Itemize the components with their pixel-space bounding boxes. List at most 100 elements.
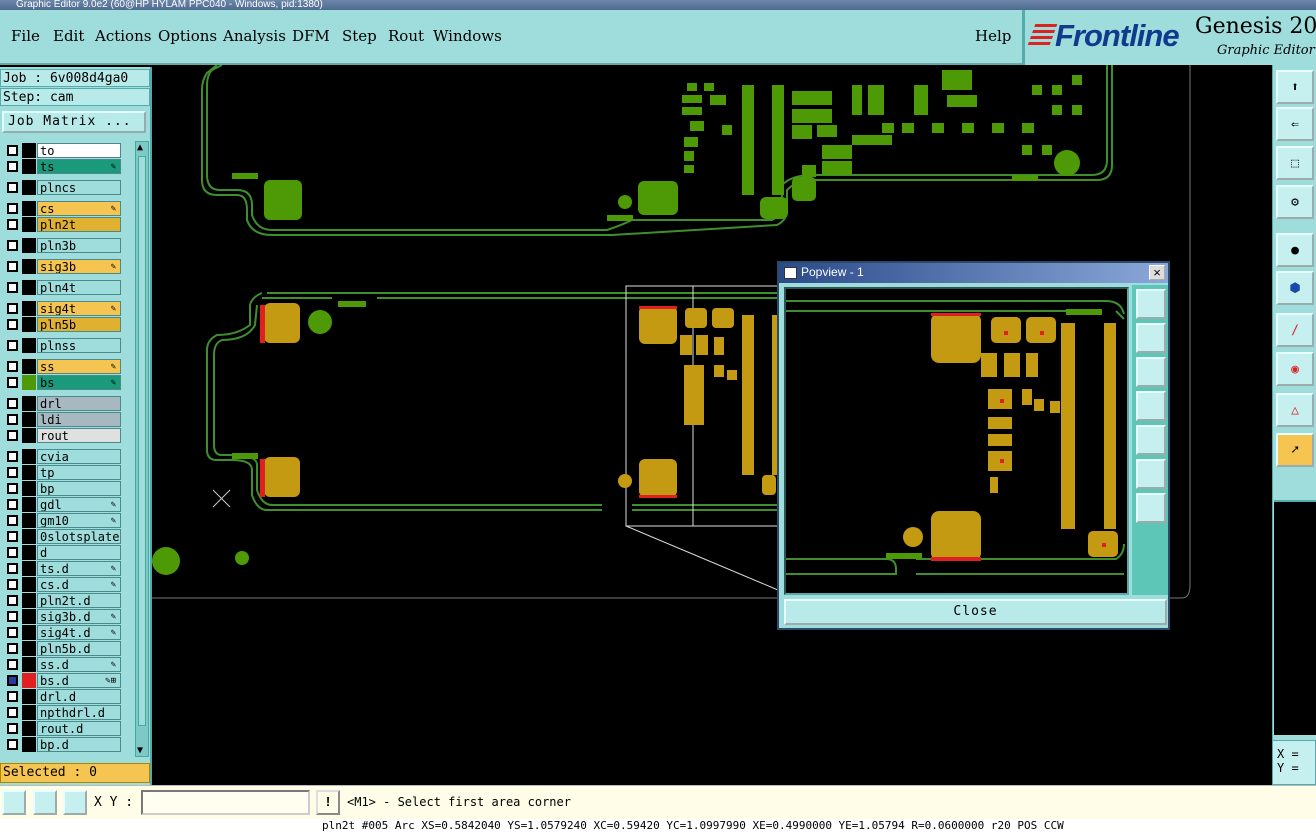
layer-color-swatch[interactable]: [22, 529, 36, 544]
layer-checkbox[interactable]: [7, 483, 18, 494]
layer-row[interactable]: sig4t ✎: [2, 301, 122, 316]
menu-edit[interactable]: Edit: [53, 27, 84, 45]
layer-color-swatch[interactable]: [22, 359, 36, 374]
layer-name[interactable]: ss ✎: [37, 359, 121, 374]
layer-name[interactable]: ts.d ✎: [37, 561, 121, 576]
layer-row[interactable]: pln4t: [2, 280, 122, 295]
layer-name[interactable]: rout: [37, 428, 121, 443]
line-tool[interactable]: ∕: [1276, 313, 1314, 347]
zoom-home-tool[interactable]: ⬆: [1276, 70, 1314, 104]
layer-name[interactable]: pln4t: [37, 280, 121, 295]
layer-name[interactable]: d: [37, 545, 121, 560]
angle-tool[interactable]: △: [1276, 393, 1314, 427]
menu-file[interactable]: File: [11, 27, 40, 45]
layer-row[interactable]: cvia: [2, 449, 122, 464]
layer-row[interactable]: sig3b.d ✎: [2, 609, 122, 624]
layer-name[interactable]: cvia: [37, 449, 121, 464]
scroll-down-icon[interactable]: ▼: [137, 745, 143, 756]
layer-checkbox[interactable]: [7, 579, 18, 590]
popview-left-icon[interactable]: [1136, 391, 1166, 421]
layer-checkbox[interactable]: [7, 643, 18, 654]
menu-analysis[interactable]: Analysis: [223, 27, 286, 45]
menu-dfm[interactable]: DFM: [292, 27, 330, 45]
layer-color-swatch[interactable]: [22, 705, 36, 720]
layer-name[interactable]: pln5b: [37, 317, 121, 332]
job-matrix-button[interactable]: Job Matrix ...: [2, 111, 146, 133]
layer-row[interactable]: bs ✎: [2, 375, 122, 390]
layer-name[interactable]: bp: [37, 481, 121, 496]
layer-row[interactable]: drl.d: [2, 689, 122, 704]
zoom-area-icon[interactable]: [2, 790, 26, 815]
layer-color-swatch[interactable]: [22, 641, 36, 656]
layer-name[interactable]: pln3b: [37, 238, 121, 253]
popview-down-icon[interactable]: [1136, 357, 1166, 387]
select-tool[interactable]: ➚: [1276, 433, 1314, 467]
layer-row[interactable]: tp: [2, 465, 122, 480]
popview-center-icon[interactable]: [1136, 493, 1166, 523]
measure-mode-icon[interactable]: [33, 790, 57, 815]
layer-color-swatch[interactable]: [22, 545, 36, 560]
menu-rout[interactable]: Rout: [388, 27, 424, 45]
layer-row[interactable]: pln2t.d: [2, 593, 122, 608]
layer-row[interactable]: ts ✎: [2, 159, 122, 174]
layer-row[interactable]: bs.d ✎⊞: [2, 673, 122, 688]
layer-checkbox[interactable]: [7, 547, 18, 558]
layer-name[interactable]: sig3b.d ✎: [37, 609, 121, 624]
layer-color-swatch[interactable]: [22, 593, 36, 608]
layer-checkbox[interactable]: [7, 515, 18, 526]
layer-name[interactable]: pln2t.d: [37, 593, 121, 608]
layer-name[interactable]: plncs: [37, 180, 121, 195]
layer-checkbox[interactable]: [7, 691, 18, 702]
layer-name[interactable]: rout.d: [37, 721, 121, 736]
layer-name[interactable]: drl.d: [37, 689, 121, 704]
layer-row[interactable]: sig3b ✎: [2, 259, 122, 274]
layer-color-swatch[interactable]: [22, 561, 36, 576]
layer-checkbox[interactable]: [7, 182, 18, 193]
layer-row[interactable]: plncs: [2, 180, 122, 195]
layer-color-swatch[interactable]: [22, 180, 36, 195]
menu-windows[interactable]: Windows: [433, 27, 502, 45]
layer-color-swatch[interactable]: [22, 609, 36, 624]
layer-checkbox[interactable]: [7, 240, 18, 251]
layer-name[interactable]: plnss: [37, 338, 121, 353]
layer-checkbox[interactable]: [7, 361, 18, 372]
layer-checkbox[interactable]: [7, 430, 18, 441]
layer-color-swatch[interactable]: [22, 673, 36, 688]
grid-mode-icon[interactable]: [63, 790, 87, 815]
popview-up-icon[interactable]: [1136, 323, 1166, 353]
layer-checkbox[interactable]: [7, 161, 18, 172]
layer-color-swatch[interactable]: [22, 577, 36, 592]
layer-row[interactable]: cs.d ✎: [2, 577, 122, 592]
layer-row[interactable]: bp: [2, 481, 122, 496]
layer-row[interactable]: pln2t: [2, 217, 122, 232]
layer-checkbox[interactable]: [7, 707, 18, 718]
layer-color-swatch[interactable]: [22, 301, 36, 316]
layer-list-scrollbar[interactable]: ▲ ▼: [135, 141, 149, 757]
layer-color-swatch[interactable]: [22, 375, 36, 390]
layer-row[interactable]: pln5b.d: [2, 641, 122, 656]
layer-color-swatch[interactable]: [22, 238, 36, 253]
menu-help[interactable]: Help: [975, 27, 1011, 45]
info-button[interactable]: !: [316, 790, 340, 815]
layer-name[interactable]: pln5b.d: [37, 641, 121, 656]
layer-row[interactable]: rout: [2, 428, 122, 443]
popview-canvas[interactable]: [784, 287, 1129, 595]
layer-color-swatch[interactable]: [22, 625, 36, 640]
layer-color-swatch[interactable]: [22, 721, 36, 736]
layer-checkbox[interactable]: [7, 261, 18, 272]
layer-name[interactable]: cs ✎: [37, 201, 121, 216]
xy-input[interactable]: [141, 790, 310, 815]
layer-checkbox[interactable]: [7, 303, 18, 314]
layer-color-swatch[interactable]: [22, 217, 36, 232]
layer-color-swatch[interactable]: [22, 481, 36, 496]
layer-name[interactable]: 0slotsplated: [37, 529, 121, 544]
layer-row[interactable]: gdl ✎: [2, 497, 122, 512]
layer-color-swatch[interactable]: [22, 465, 36, 480]
layer-row[interactable]: gm10 ✎: [2, 513, 122, 528]
measure-tool[interactable]: ●: [1276, 233, 1314, 267]
popview-right-icon[interactable]: [1136, 425, 1166, 455]
layer-checkbox[interactable]: [7, 414, 18, 425]
layer-color-swatch[interactable]: [22, 513, 36, 528]
layer-name[interactable]: pln2t: [37, 217, 121, 232]
layer-row[interactable]: pln3b: [2, 238, 122, 253]
